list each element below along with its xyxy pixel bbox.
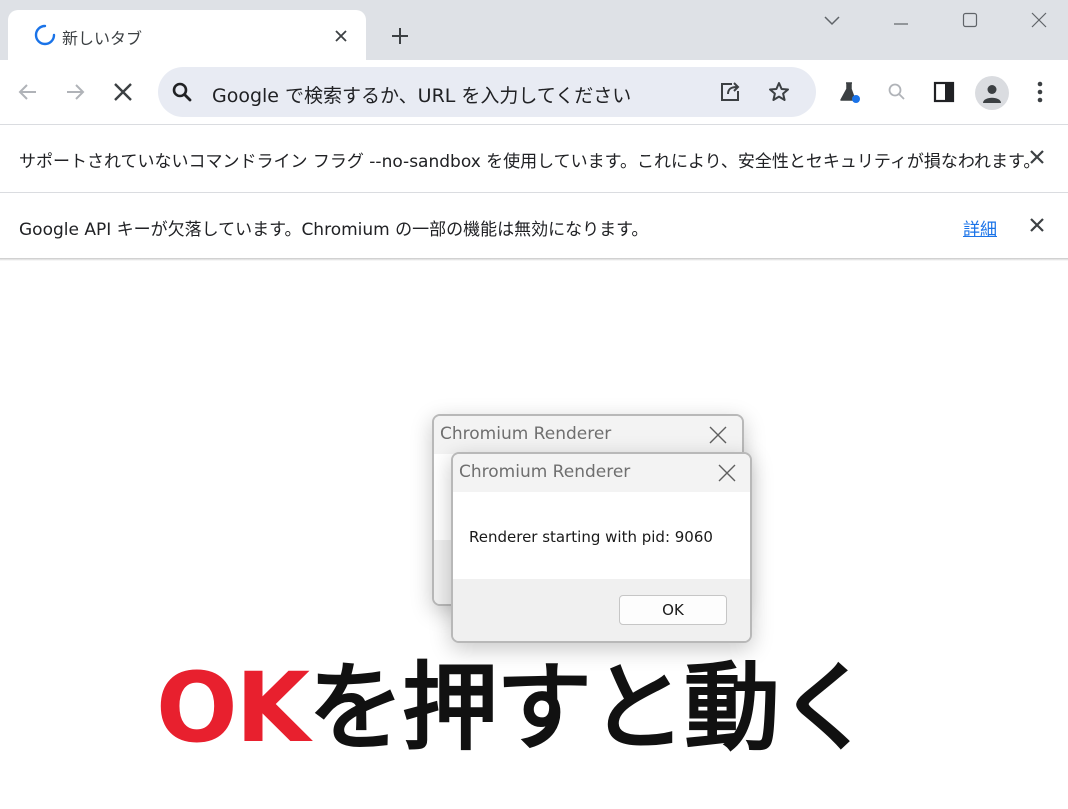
minimize-icon[interactable] xyxy=(887,6,915,34)
close-window-icon[interactable] xyxy=(1025,6,1053,34)
renderer-dialog-front: Chromium Renderer Renderer starting with… xyxy=(451,452,752,643)
omnibox-placeholder: Google で検索するか、URL を入力してください xyxy=(212,85,632,107)
dialog-message: Renderer starting with pid: 9060 xyxy=(469,528,713,546)
tab-new-tab[interactable]: 新しいタブ xyxy=(8,10,366,60)
tab-close-icon[interactable] xyxy=(330,25,352,47)
share-icon[interactable] xyxy=(714,76,746,108)
dialog-close-icon[interactable] xyxy=(716,462,738,484)
side-panel-icon[interactable] xyxy=(928,76,960,108)
infobar-close-icon[interactable] xyxy=(1026,214,1048,236)
dialog-title: Chromium Renderer xyxy=(440,424,612,444)
loading-spinner-icon xyxy=(34,24,56,46)
tab-title: 新しいタブ xyxy=(62,29,143,48)
dialog-footer: OK xyxy=(453,579,750,641)
details-link[interactable]: 詳細 xyxy=(963,215,997,240)
maximize-icon[interactable] xyxy=(956,6,984,34)
zoom-search-icon[interactable] xyxy=(881,76,913,108)
search-icon xyxy=(172,82,192,102)
caption-highlight: OK xyxy=(156,652,310,764)
tab-search-chevron-down-icon[interactable] xyxy=(818,6,846,34)
infobar-no-sandbox: サポートされていないコマンドライン フラグ --no-sandbox を使用して… xyxy=(0,124,1068,190)
ok-button[interactable]: OK xyxy=(619,595,727,625)
bookmark-star-icon[interactable] xyxy=(763,76,795,108)
profile-avatar-icon[interactable] xyxy=(975,76,1009,110)
infobar-api-key: Google API キーが欠落しています。Chromium の一部の機能は無効… xyxy=(0,192,1068,258)
new-tab-plus-icon[interactable] xyxy=(386,22,414,50)
omnibox[interactable]: Google で検索するか、URL を入力してください xyxy=(158,67,816,117)
tab-strip: 新しいタブ xyxy=(0,0,1068,60)
dialog-title: Chromium Renderer xyxy=(459,462,631,482)
menu-kebab-icon[interactable] xyxy=(1024,76,1056,108)
content-top-shadow xyxy=(0,258,1068,261)
annotation-caption: OKを押すと動く xyxy=(156,660,874,756)
dialog-close-icon[interactable] xyxy=(707,424,729,446)
labs-flask-icon[interactable] xyxy=(833,76,865,108)
infobar-message: サポートされていないコマンドライン フラグ --no-sandbox を使用して… xyxy=(19,152,1041,172)
toolbar: Google で検索するか、URL を入力してください xyxy=(0,60,1068,124)
forward-arrow-icon[interactable] xyxy=(59,76,91,108)
stop-loading-x-icon[interactable] xyxy=(107,76,139,108)
infobar-close-icon[interactable] xyxy=(1026,146,1048,168)
caption-text: を押すと動く xyxy=(308,652,874,764)
back-arrow-icon[interactable] xyxy=(12,76,44,108)
infobar-message: Google API キーが欠落しています。Chromium の一部の機能は無効… xyxy=(19,220,649,240)
